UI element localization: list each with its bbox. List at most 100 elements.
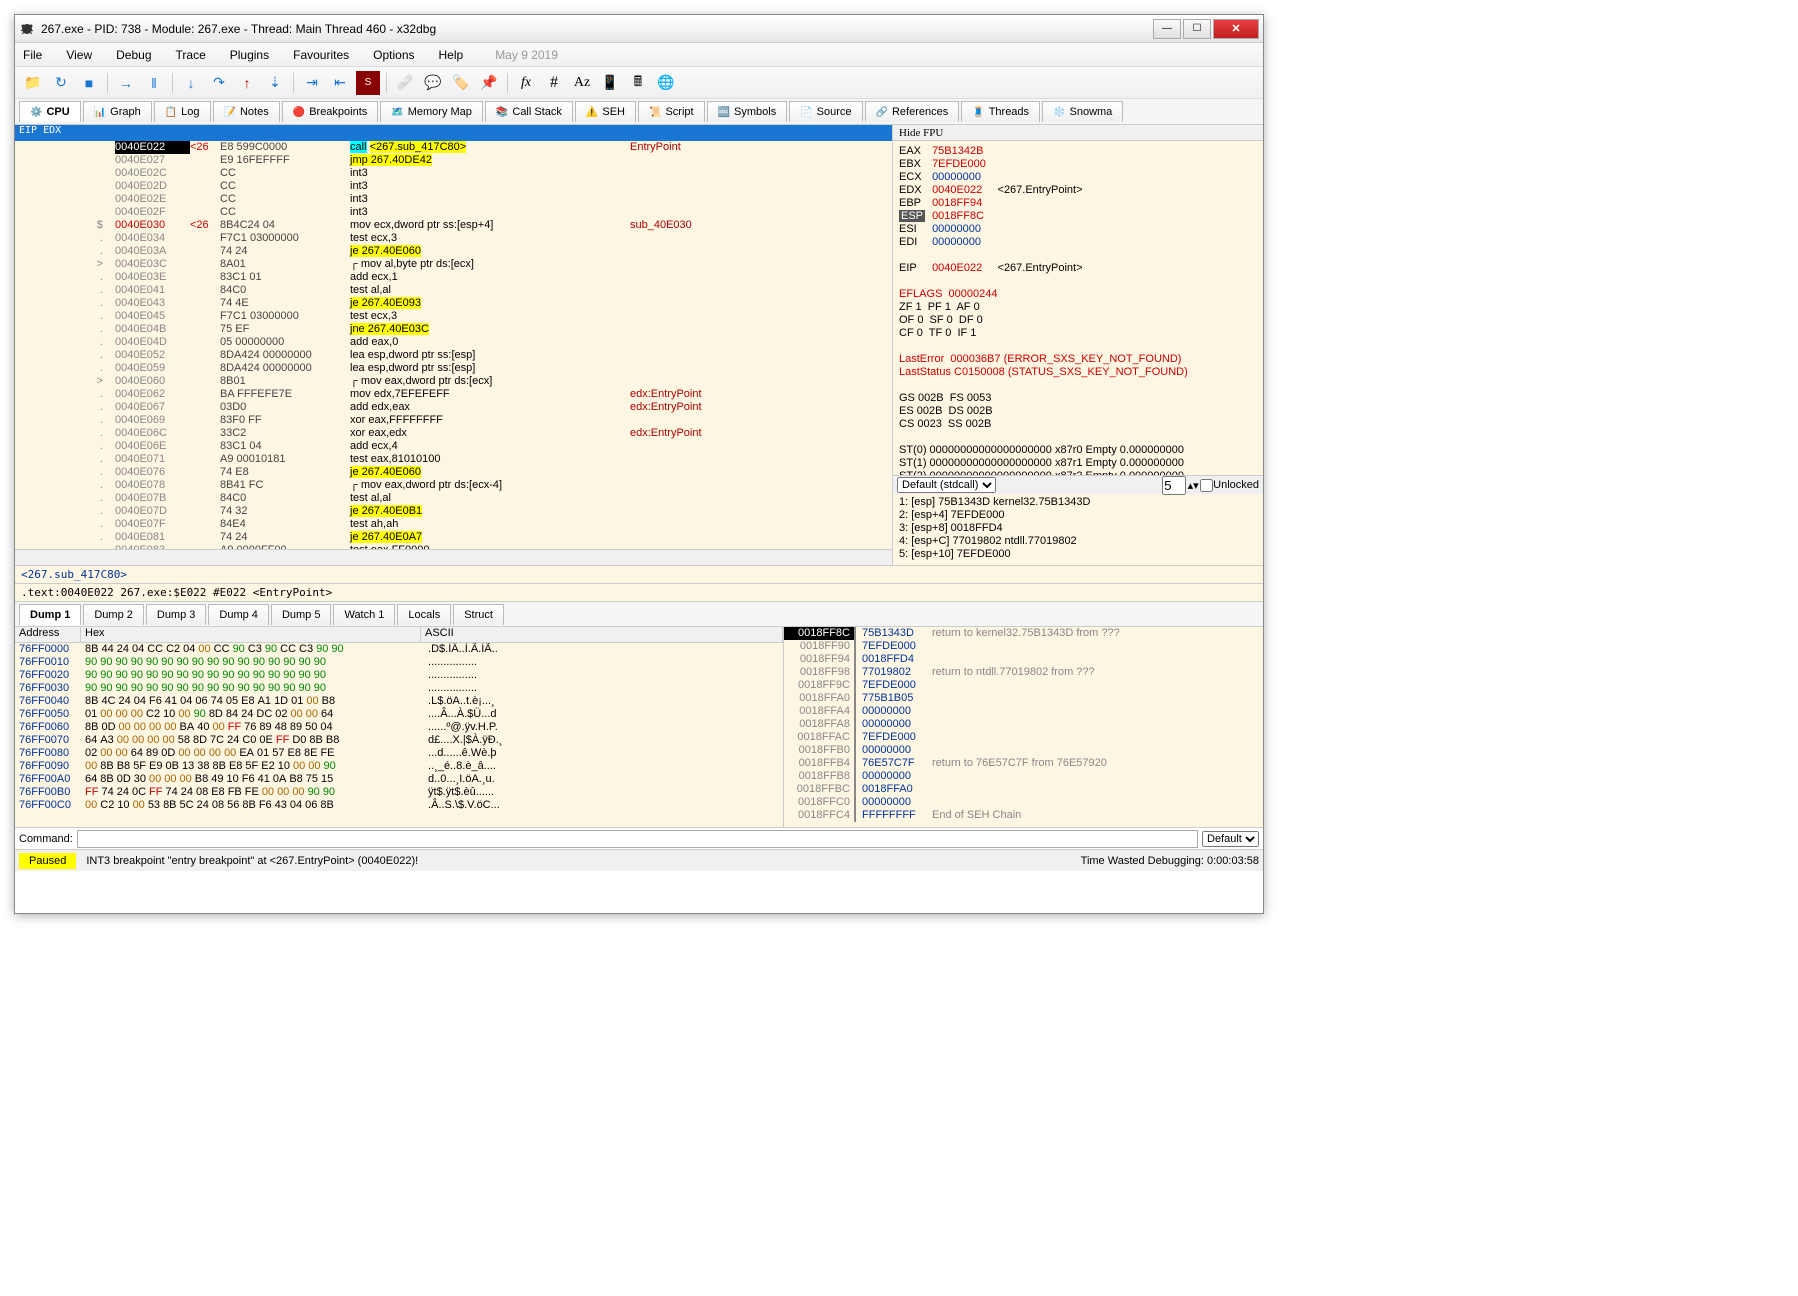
disasm-row[interactable]: . 0040E07F84E4test ah,ah bbox=[15, 518, 892, 531]
tab-references[interactable]: 🔗 References bbox=[865, 101, 960, 122]
menu-trace[interactable]: Trace bbox=[176, 48, 206, 62]
tab-dump-5[interactable]: Dump 5 bbox=[271, 604, 332, 625]
step-into-icon[interactable]: ↓ bbox=[179, 71, 203, 95]
step-over-icon[interactable]: ↷ bbox=[207, 71, 231, 95]
dump-row[interactable]: 76FF0090008BB85FE90B13388BE85FE210000090… bbox=[19, 760, 779, 773]
disasm-row[interactable]: 0040E022<26E8 599C0000call <267.sub_417C… bbox=[15, 141, 892, 154]
dump-row[interactable]: 76FF002090909090909090909090909090909090… bbox=[19, 669, 779, 682]
dump-row[interactable]: 76FF008002000064890D00000000EA0157E88EFE… bbox=[19, 747, 779, 760]
dump-row[interactable]: 76FF00608B0D00000000BA4000FF768948895004… bbox=[19, 721, 779, 734]
dump-hdr-ascii[interactable]: ASCII bbox=[421, 627, 783, 642]
menu-debug[interactable]: Debug bbox=[116, 48, 151, 62]
stack-row[interactable]: 0018FFC4FFFFFFFFEnd of SEH Chain bbox=[784, 809, 1263, 822]
disasm-row[interactable]: . 0040E07B84C0test al,al bbox=[15, 492, 892, 505]
tab-breakpoints[interactable]: 🔴 Breakpoints bbox=[282, 101, 379, 122]
close-button[interactable] bbox=[1213, 19, 1259, 39]
disasm-row[interactable]: . 0040E06703D0add edx,eaxedx:EntryPoint bbox=[15, 401, 892, 414]
stack-row[interactable]: 0018FF9C7EFDE000 bbox=[784, 679, 1263, 692]
modules-icon[interactable]: 📱 bbox=[598, 71, 622, 95]
stack-pane[interactable]: 0018FF8C75B1343Dreturn to kernel32.75B13… bbox=[783, 627, 1263, 827]
disasm-row[interactable]: $ 0040E030<268B4C24 04mov ecx,dword ptr … bbox=[15, 219, 892, 232]
tab-script[interactable]: 📜 Script bbox=[638, 101, 705, 122]
disasm-row[interactable]: . 0040E04184C0test al,al bbox=[15, 284, 892, 297]
tab-dump-4[interactable]: Dump 4 bbox=[208, 604, 269, 625]
disasm-row[interactable]: > 0040E03C8A01┌ mov al,byte ptr ds:[ecx] bbox=[15, 258, 892, 271]
step-icon[interactable]: ⇣ bbox=[263, 71, 287, 95]
disasm-row[interactable]: . 0040E0788B41 FC┌ mov eax,dword ptr ds:… bbox=[15, 479, 892, 492]
pause-icon[interactable]: ‖ bbox=[142, 71, 166, 95]
settings-icon[interactable]: 🌐 bbox=[654, 71, 678, 95]
stack-row[interactable]: 0018FFA0775B1B05 bbox=[784, 692, 1263, 705]
scylla-icon[interactable]: S bbox=[356, 71, 380, 95]
open-icon[interactable]: 📁 bbox=[21, 71, 45, 95]
minimize-button[interactable] bbox=[1153, 19, 1181, 39]
tab-dump-2[interactable]: Dump 2 bbox=[83, 604, 144, 625]
string-icon[interactable]: Aᴢ bbox=[570, 71, 594, 95]
disasm-row[interactable]: . 0040E03E83C1 01add ecx,1 bbox=[15, 271, 892, 284]
stack-row[interactable]: 0018FF8C75B1343Dreturn to kernel32.75B13… bbox=[784, 627, 1263, 640]
disasm-row[interactable]: . 0040E04D05 00000000add eax,0 bbox=[15, 336, 892, 349]
menu-plugins[interactable]: Plugins bbox=[230, 48, 269, 62]
calc-icon[interactable]: 🖩 bbox=[626, 71, 650, 95]
dump-row[interactable]: 76FF005001000000C21000908D8424DC02000064… bbox=[19, 708, 779, 721]
stack-arg[interactable]: 4: [esp+C] 77019802 ntdll.77019802 bbox=[899, 535, 1257, 548]
tab-graph[interactable]: 📊 Graph bbox=[83, 101, 152, 122]
command-input[interactable] bbox=[77, 830, 1198, 848]
tab-dump-1[interactable]: Dump 1 bbox=[19, 604, 81, 625]
dump-row[interactable]: 76FF007064A300000000588D7C24C00EFFD08BB8… bbox=[19, 734, 779, 747]
disassembly-view[interactable]: 0040E022<26E8 599C0000call <267.sub_417C… bbox=[15, 141, 892, 549]
hide-fpu-button[interactable]: Hide FPU bbox=[893, 125, 1263, 141]
stack-row[interactable]: 0018FFBC0018FFA0 bbox=[784, 783, 1263, 796]
arg-count-input[interactable] bbox=[1162, 476, 1186, 495]
stack-row[interactable]: 0018FF940018FFD4 bbox=[784, 653, 1263, 666]
disasm-row[interactable]: . 0040E071A9 00010181test eax,81010100 bbox=[15, 453, 892, 466]
trace-into-icon[interactable]: ⇥ bbox=[300, 71, 324, 95]
titlebar[interactable]: 267.exe - PID: 738 - Module: 267.exe - T… bbox=[15, 15, 1263, 43]
disasm-row[interactable]: . 0040E06C33C2xor eax,edxedx:EntryPoint bbox=[15, 427, 892, 440]
disasm-row[interactable]: . 0040E03A74 24je 267.40E060 bbox=[15, 245, 892, 258]
maximize-button[interactable] bbox=[1183, 19, 1211, 39]
dump-hdr-address[interactable]: Address bbox=[15, 627, 81, 642]
dump-row[interactable]: 76FF001090909090909090909090909090909090… bbox=[19, 656, 779, 669]
unlocked-checkbox[interactable] bbox=[1200, 479, 1213, 492]
tab-memory-map[interactable]: 🗺️ Memory Map bbox=[380, 101, 483, 122]
hash-icon[interactable]: # bbox=[542, 71, 566, 95]
disasm-row[interactable]: . 0040E06983F0 FFxor eax,FFFFFFFF bbox=[15, 414, 892, 427]
stack-row[interactable]: 0018FFB800000000 bbox=[784, 770, 1263, 783]
tab-struct[interactable]: Struct bbox=[453, 604, 504, 625]
run-icon[interactable]: → bbox=[114, 71, 138, 95]
dump-row[interactable]: 76FF00B0FF74240CFF742408E8FBFE0000009090… bbox=[19, 786, 779, 799]
disasm-row[interactable]: . 0040E0528DA424 00000000lea esp,dword p… bbox=[15, 349, 892, 362]
menu-view[interactable]: View bbox=[66, 48, 92, 62]
stack-row[interactable]: 0018FFAC7EFDE000 bbox=[784, 731, 1263, 744]
disasm-scrollbar[interactable] bbox=[15, 549, 892, 565]
stack-row[interactable]: 0018FFB476E57C7Freturn to 76E57C7F from … bbox=[784, 757, 1263, 770]
stack-arg[interactable]: 1: [esp] 75B1343D kernel32.75B1343D bbox=[899, 496, 1257, 509]
dump-row[interactable]: 76FF003090909090909090909090909090909090… bbox=[19, 682, 779, 695]
disasm-row[interactable]: . 0040E045F7C1 03000000test ecx,3 bbox=[15, 310, 892, 323]
disasm-row[interactable]: 0040E02DCCint3 bbox=[15, 180, 892, 193]
dump-view[interactable]: 76FF00008B442404CCC20400CC90C390CCC39090… bbox=[15, 643, 783, 827]
disasm-row[interactable]: . 0040E0598DA424 00000000lea esp,dword p… bbox=[15, 362, 892, 375]
disasm-row[interactable]: . 0040E062BA FFFEFE7Emov edx,7EFEFEFFedx… bbox=[15, 388, 892, 401]
registers-view[interactable]: EAX 75B1342B EBX 7EFDE000ECX 00000000EDX… bbox=[893, 141, 1263, 475]
disasm-row[interactable]: . 0040E06E83C1 04add ecx,4 bbox=[15, 440, 892, 453]
stack-arg[interactable]: 5: [esp+10] 7EFDE000 bbox=[899, 548, 1257, 561]
stack-row[interactable]: 0018FFA400000000 bbox=[784, 705, 1263, 718]
tab-source[interactable]: 📄 Source bbox=[789, 101, 862, 122]
tab-seh[interactable]: ⚠️ SEH bbox=[575, 101, 636, 122]
menu-favourites[interactable]: Favourites bbox=[293, 48, 349, 62]
tab-dump-3[interactable]: Dump 3 bbox=[146, 604, 207, 625]
label-icon[interactable]: 🏷️ bbox=[449, 71, 473, 95]
tab-log[interactable]: 📋 Log bbox=[154, 101, 211, 122]
disasm-row[interactable]: 0040E02ECCint3 bbox=[15, 193, 892, 206]
dump-row[interactable]: 76FF00C000C21000538B5C2408568BF64304068B… bbox=[19, 799, 779, 812]
trace-over-icon[interactable]: ⇤ bbox=[328, 71, 352, 95]
disasm-row[interactable]: . 0040E07D74 32je 267.40E0B1 bbox=[15, 505, 892, 518]
stack-arg[interactable]: 2: [esp+4] 7EFDE000 bbox=[899, 509, 1257, 522]
stop-icon[interactable]: ■ bbox=[77, 71, 101, 95]
bookmark-icon[interactable]: 📌 bbox=[477, 71, 501, 95]
command-mode-select[interactable]: Default bbox=[1202, 831, 1259, 847]
disasm-row[interactable]: . 0040E034F7C1 03000000test ecx,3 bbox=[15, 232, 892, 245]
comment-icon[interactable]: 💬 bbox=[421, 71, 445, 95]
